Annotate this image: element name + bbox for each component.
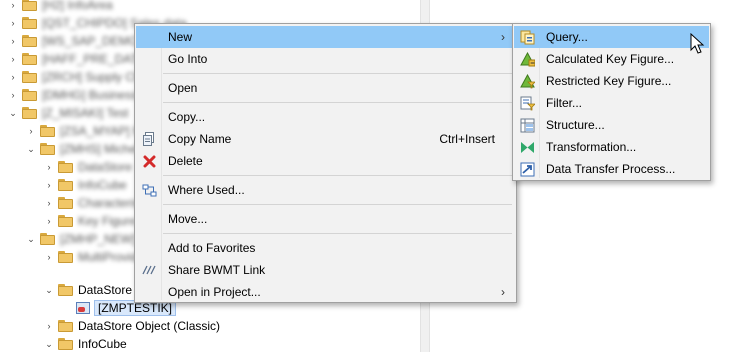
submenu-item-restricted-key-figure[interactable]: Restricted Key Figure... [514,70,709,92]
submenu-item-data-transfer-process[interactable]: Data Transfer Process... [514,158,709,180]
tree-row-infocube[interactable]: ⌄ InfoCube [44,335,126,353]
new-submenu: Query... = Calculated Key Figure... Rest… [512,23,711,181]
chevron-right-icon[interactable]: › [44,321,54,331]
folder-icon [22,17,38,29]
submenu-item-query[interactable]: Query... [514,26,709,48]
structure-icon [519,117,535,133]
menu-item-share-bwmt-link[interactable]: Share BWMT Link [136,259,515,281]
menu-separator [163,102,512,103]
tree-row[interactable]: › InfoCube [44,176,127,194]
menu-item-new[interactable]: New › [136,26,515,48]
folder-icon [58,251,74,263]
submenu-item-transformation[interactable]: Transformation... [514,136,709,158]
menu-separator [163,175,512,176]
menu-item-add-to-favorites[interactable]: Add to Favorites [136,237,515,259]
menu-item-open[interactable]: Open [136,77,515,99]
folder-icon [40,233,56,245]
submenu-item-calculated-key-figure[interactable]: = Calculated Key Figure... [514,48,709,70]
folder-icon [22,71,38,83]
folder-icon [22,35,38,47]
menu-item-move[interactable]: Move... [136,208,515,230]
datastore-object-icon [76,302,90,314]
chevron-down-icon[interactable]: ⌄ [44,339,54,349]
copy-name-icon [141,131,157,147]
tree-row[interactable]: › [H2] InfoArea [8,0,113,14]
context-menu: New › Go Into Open Copy... Copy Name Ctr… [134,23,517,303]
tree-row[interactable]: › MultiProvider [44,248,149,266]
folder-icon [22,53,38,65]
tree-row[interactable]: › DataStore [44,158,133,176]
folder-icon [58,215,74,227]
folder-icon [40,143,56,155]
folder-icon [22,0,38,11]
tree-row[interactable]: › Key Figure [44,212,137,230]
tree-row-datastore[interactable]: ⌄ DataStore [44,281,132,299]
folder-icon [58,320,74,332]
delete-icon [141,153,157,169]
svg-text:=: = [530,60,535,67]
mouse-cursor-icon [690,33,705,54]
submenu-item-structure[interactable]: Structure... [514,114,709,136]
filter-icon [519,95,535,111]
query-icon [519,29,535,45]
menu-item-copy-name[interactable]: Copy Name Ctrl+Insert [136,128,515,150]
menu-item-where-used[interactable]: Where Used... [136,179,515,201]
calculated-key-figure-icon: = [519,51,535,67]
menu-item-open-in-project[interactable]: Open in Project... › [136,281,515,303]
menu-separator [163,73,512,74]
chevron-right-icon: › [501,30,505,44]
folder-icon [40,125,56,137]
folder-icon [58,179,74,191]
menu-separator [163,233,512,234]
transformation-icon [519,139,535,155]
menu-item-delete[interactable]: Delete [136,150,515,172]
data-transfer-process-icon [519,161,535,177]
where-used-icon [141,182,157,198]
folder-icon [58,197,74,209]
tree-row[interactable]: ⌄ [Z_MISAKI] Test [8,104,128,122]
share-link-icon [141,262,157,278]
folder-icon [22,107,38,119]
menu-item-go-into[interactable]: Go Into [136,48,515,70]
menu-separator [163,204,512,205]
submenu-item-filter[interactable]: Filter... [514,92,709,114]
folder-icon [58,284,74,296]
restricted-key-figure-icon [519,73,535,89]
folder-icon [22,89,38,101]
tree-row-datastore-classic[interactable]: › DataStore Object (Classic) [44,317,221,335]
folder-icon [58,161,74,173]
folder-icon [58,338,74,350]
chevron-right-icon: › [501,285,505,299]
chevron-down-icon[interactable]: ⌄ [44,285,54,295]
menu-item-copy[interactable]: Copy... [136,106,515,128]
